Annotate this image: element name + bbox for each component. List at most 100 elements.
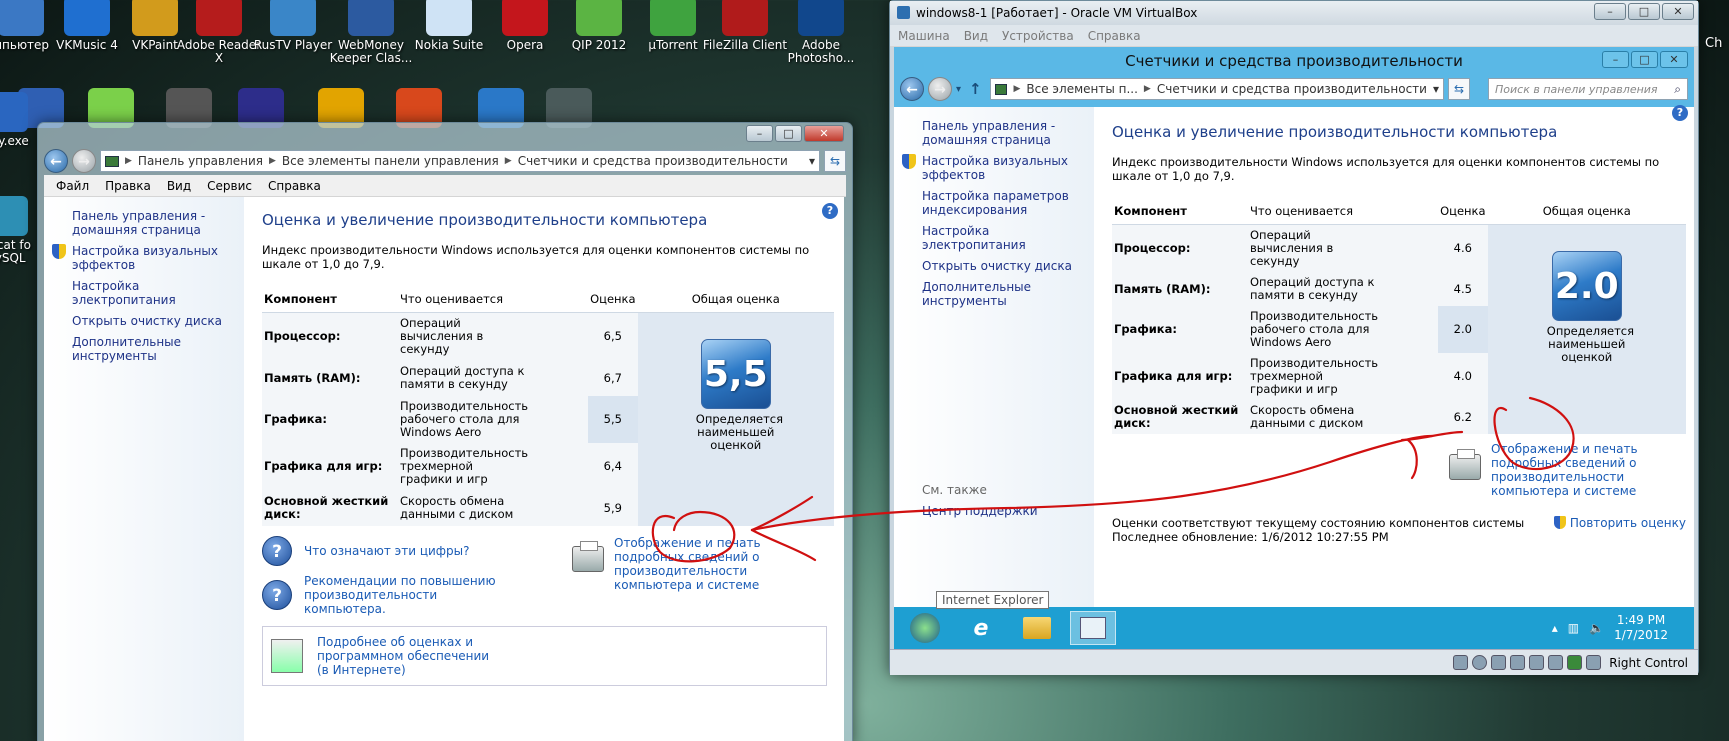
close-button[interactable]: ✕	[804, 125, 844, 142]
score-value: 2.0	[1438, 306, 1488, 353]
refresh-icon[interactable]: ⇆	[1448, 78, 1470, 100]
menu-item[interactable]: Справка	[1088, 29, 1141, 43]
win8-address-bar[interactable]: ▶ Все элементы п... ▶ Счетчики и средств…	[989, 78, 1444, 100]
file-explorer-icon[interactable]	[1014, 611, 1060, 645]
win7-content: Панель управления - домашняя страница Нас…	[44, 197, 844, 741]
volume-icon[interactable]: 🔈	[1589, 621, 1604, 635]
rerun-row[interactable]: Повторить оценку	[1553, 516, 1686, 544]
chevron-up-icon[interactable]: ▴	[1552, 621, 1558, 635]
search-icon[interactable]: ⌕	[1674, 82, 1681, 97]
maximize-button[interactable]: □	[1628, 3, 1660, 20]
print-details-link[interactable]: Отображение и печать подробных сведений …	[614, 536, 814, 592]
desktop-icon[interactable]: Adobe Photosho...	[776, 0, 866, 65]
virtualbox-titlebar[interactable]: windows8-1 [Работает] - Oracle VM Virtua…	[890, 1, 1698, 25]
minimize-button[interactable]: –	[746, 125, 773, 142]
table-header-row: Компонент Что оценивается Оценка Общая оцен…	[262, 287, 834, 313]
forward-button[interactable]: →	[72, 149, 96, 173]
sidebar-link[interactable]: Панель управления - домашняя страница	[72, 209, 232, 237]
search-input[interactable]: Поиск в панели управления	[1495, 83, 1674, 96]
network-icon[interactable]: ▥	[1568, 621, 1579, 635]
software-box-icon	[271, 639, 303, 673]
sidebar-link[interactable]: Настройка электропитания	[72, 279, 232, 307]
desktop-icon[interactable]: RusTV Player	[248, 0, 338, 52]
minimize-button[interactable]: –	[1602, 51, 1629, 68]
menu-item[interactable]: Файл	[56, 179, 89, 193]
sidebar-link[interactable]: Дополнительные инструменты	[922, 280, 1082, 308]
forward-button[interactable]: →	[928, 77, 952, 101]
virtualbox-menubar: Машина Вид Устройства Справка	[890, 25, 1698, 47]
menu-item[interactable]: Устройства	[1002, 29, 1074, 43]
display-icon[interactable]	[1548, 655, 1564, 670]
desktop-icon-label: RusTV Player	[253, 38, 333, 52]
optical-drive-icon[interactable]	[1472, 655, 1488, 670]
back-button[interactable]: ←	[900, 77, 924, 101]
breadcrumb-item[interactable]: Счетчики и средства производительности	[1157, 82, 1427, 96]
help-icon[interactable]: ?	[1672, 105, 1688, 121]
putty-icon	[0, 92, 28, 132]
menu-item[interactable]: Вид	[167, 179, 191, 193]
mouse-integration-icon[interactable]	[1567, 655, 1583, 670]
sidebar-link[interactable]: Настройка электропитания	[922, 224, 1082, 252]
win8-titlebar[interactable]: Счетчики и средства производительности –…	[894, 47, 1694, 75]
control-panel-taskbar-icon[interactable]	[1070, 611, 1116, 645]
up-arrow-icon[interactable]: ↑	[969, 80, 982, 98]
win7-titlebar[interactable]: – □ ✕	[38, 123, 852, 147]
breadcrumb-item[interactable]: Панель управления	[138, 154, 263, 168]
hard-disk-icon[interactable]	[1453, 655, 1469, 670]
more-info-box[interactable]: Подробнее об оценках и программном обесп…	[262, 626, 827, 686]
help-link-row[interactable]: ? Что означают эти цифры?	[262, 536, 562, 566]
maximize-button[interactable]: □	[1631, 51, 1658, 68]
chevron-down-icon[interactable]: ▾	[809, 154, 815, 168]
help-icon[interactable]: ?	[822, 203, 838, 219]
usb-icon[interactable]	[1491, 655, 1507, 670]
rerun-assessment-link[interactable]: Повторить оценку	[1570, 516, 1686, 530]
menu-item[interactable]: Правка	[105, 179, 151, 193]
network-adapter-icon[interactable]	[1529, 655, 1545, 670]
sidebar-link-label: Панель управления - домашняя страница	[72, 209, 206, 237]
print-link-row[interactable]: Отображение и печать подробных сведений …	[572, 536, 814, 616]
menu-item[interactable]: Вид	[964, 29, 988, 43]
sidebar-link[interactable]: Дополнительные инструменты	[72, 335, 232, 363]
sidebar-link[interactable]: Открыть очистку диска	[72, 314, 232, 328]
more-info-link[interactable]: Подробнее об оценках и программном обесп…	[317, 635, 497, 677]
menu-item[interactable]: Машина	[898, 29, 950, 43]
breadcrumb-item[interactable]: Все элементы панели управления	[282, 154, 499, 168]
minimize-button[interactable]: –	[1594, 3, 1626, 20]
search-box[interactable]: Поиск в панели управления ⌕	[1488, 78, 1688, 100]
print-details-link[interactable]: Отображение и печать подробных сведений …	[1491, 442, 1686, 498]
clock[interactable]: 1:49 PM 1/7/2012	[1614, 613, 1668, 643]
sidebar-link[interactable]: Настройка визуальных эффектов	[902, 154, 1082, 182]
sidebar-link[interactable]: Панель управления - домашняя страница	[922, 119, 1082, 147]
help-link[interactable]: Что означают эти цифры?	[304, 544, 470, 558]
menu-item[interactable]: Справка	[268, 179, 321, 193]
start-orb-icon[interactable]	[902, 611, 948, 645]
question-icon: ?	[262, 536, 292, 566]
win7-menubar: Файл Правка Вид Сервис Справка	[44, 175, 846, 197]
sidebar-link[interactable]: Настройка параметров индексирования	[922, 189, 1082, 217]
support-center-link[interactable]: Центр поддержки	[922, 504, 1038, 518]
desktop-icon[interactable]: WebMoney Keeper Clas...	[326, 0, 416, 65]
back-button[interactable]: ←	[44, 149, 68, 173]
help-link[interactable]: Рекомендации по повышению производительн…	[304, 574, 504, 616]
help-link-row[interactable]: ? Рекомендации по повышению производител…	[262, 574, 562, 616]
internet-explorer-icon[interactable]: e	[958, 611, 1004, 645]
sidebar-link[interactable]: Открыть очистку диска	[922, 259, 1082, 273]
close-button[interactable]: ✕	[1660, 51, 1688, 68]
win7-address-bar[interactable]: ▶ Панель управления ▶ Все элементы панел…	[100, 150, 820, 172]
print-link-row[interactable]: Отображение и печать подробных сведений …	[1112, 442, 1686, 498]
question-icon: ?	[262, 580, 292, 610]
chevron-down-icon[interactable]: ▾	[1433, 82, 1439, 96]
virtualbox-statusbar: Right Control	[890, 649, 1698, 675]
refresh-icon[interactable]: ⇆	[824, 150, 846, 172]
breadcrumb-item[interactable]: Все элементы п...	[1026, 82, 1138, 96]
breadcrumb-item[interactable]: Счетчики и средства производительности	[518, 154, 788, 168]
menu-item[interactable]: Сервис	[207, 179, 252, 193]
close-button[interactable]: ✕	[1662, 3, 1694, 20]
shared-folder-icon[interactable]	[1510, 655, 1526, 670]
maximize-button[interactable]: □	[775, 125, 802, 142]
score-value: 4.6	[1438, 224, 1488, 272]
win8-main-pane: ? Оценка и увеличение производительности…	[1094, 105, 1694, 607]
sidebar-link[interactable]: Настройка визуальных эффектов	[52, 244, 232, 272]
sidebar-link-label: Открыть очистку диска	[72, 314, 222, 328]
chevron-down-icon[interactable]: ▾	[956, 84, 961, 95]
